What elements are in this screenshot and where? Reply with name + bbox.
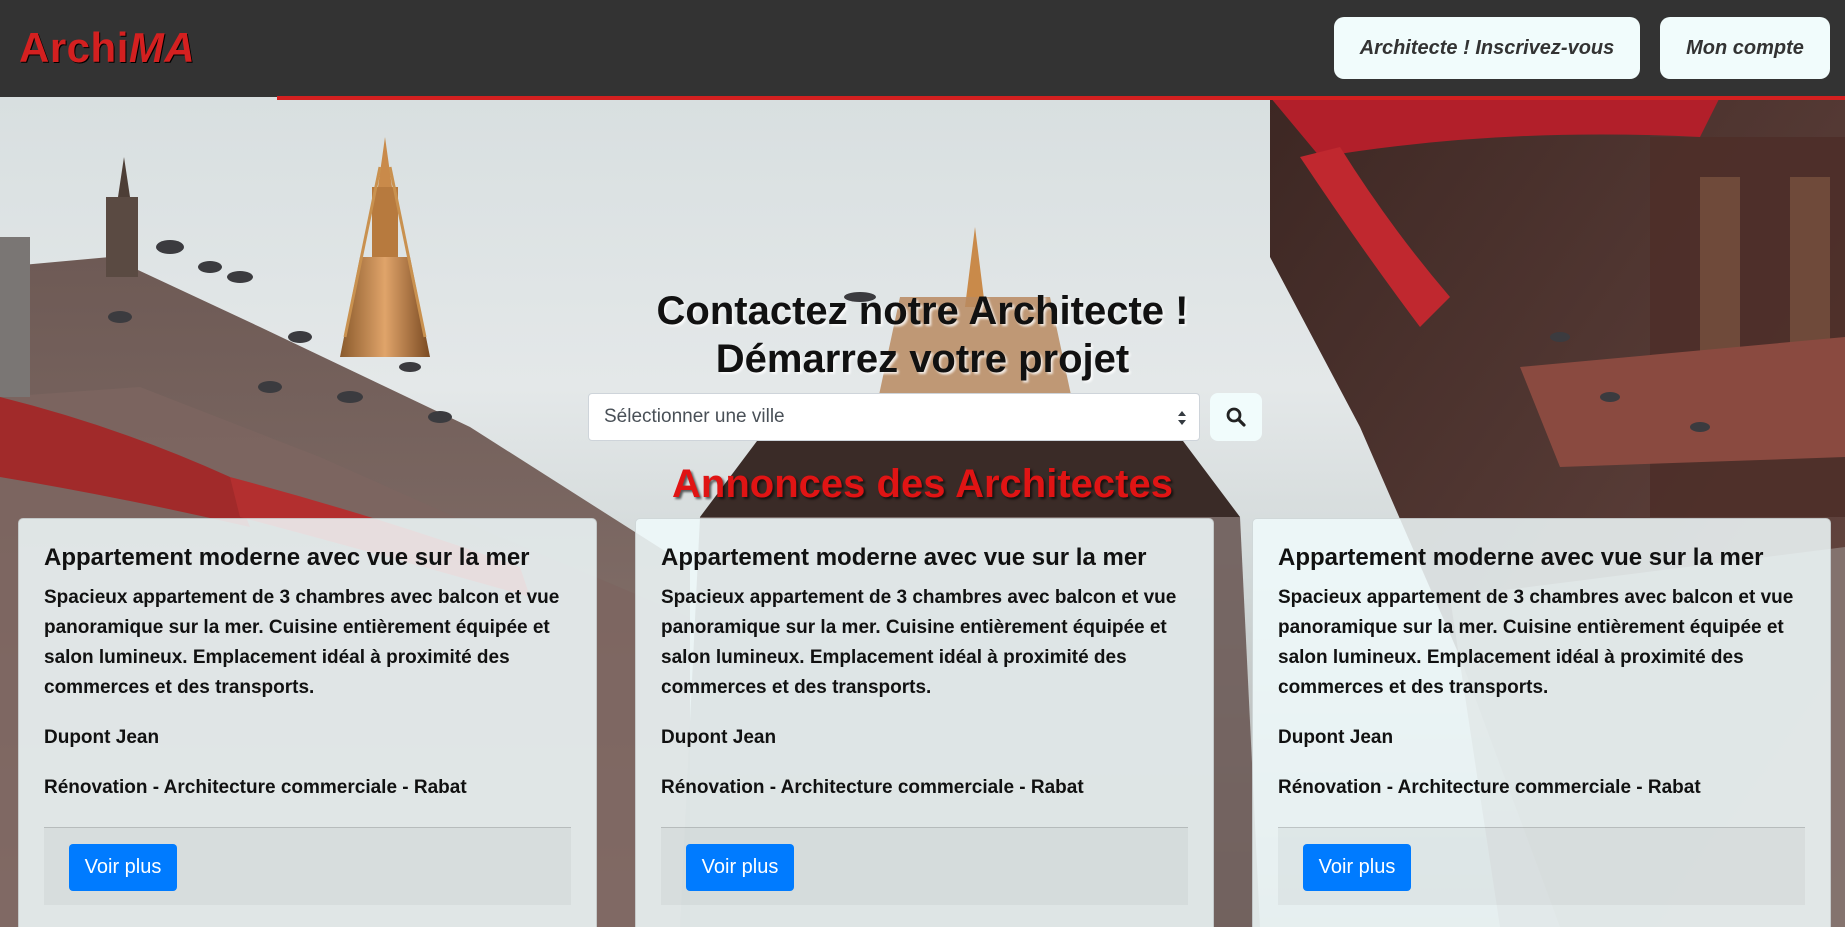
listing-description: Spacieux appartement de 3 chambres avec … <box>1278 587 1794 698</box>
listing-tags: Rénovation - Architecture commerciale - … <box>661 777 1084 798</box>
listing-title: Appartement moderne avec vue sur la mer <box>44 544 530 571</box>
listing-description: Spacieux appartement de 3 chambres avec … <box>44 587 560 698</box>
brand-logo[interactable]: ArchiMA <box>19 24 195 72</box>
listing-author: Dupont Jean <box>1278 727 1394 748</box>
city-select-value: Sélectionner une ville <box>604 406 785 427</box>
city-select[interactable]: Sélectionner une ville <box>588 393 1200 441</box>
listing-author: Dupont Jean <box>44 727 160 748</box>
listing-tags: Rénovation - Architecture commerciale - … <box>1278 777 1701 798</box>
logo-suffix: MA <box>128 24 196 71</box>
city-search-form: Sélectionner une ville <box>588 393 1262 441</box>
navbar: ArchiMA Architecte ! Inscrivez-vous Mon … <box>0 0 1845 100</box>
listing-card: Appartement moderne avec vue sur la mer … <box>635 518 1214 927</box>
hero-heading-line2: Démarrez votre projet <box>715 337 1130 381</box>
listing-title: Appartement moderne avec vue sur la mer <box>661 544 1147 571</box>
header-accent-line <box>277 96 1845 100</box>
listing-title: Appartement moderne avec vue sur la mer <box>1278 544 1764 571</box>
listing-card-footer: Voir plus <box>1278 827 1805 905</box>
listing-card-footer: Voir plus <box>661 827 1188 905</box>
listings-section-title: Annonces des Architectes <box>672 462 1173 506</box>
listing-card: Appartement moderne avec vue sur la mer … <box>18 518 597 927</box>
listing-card-footer: Voir plus <box>44 827 571 905</box>
see-more-button[interactable]: Voir plus <box>686 844 794 891</box>
listing-tags: Rénovation - Architecture commerciale - … <box>44 777 467 798</box>
architect-register-button[interactable]: Architecte ! Inscrivez-vous <box>1334 17 1640 79</box>
my-account-button[interactable]: Mon compte <box>1660 17 1830 79</box>
hero-section: Contactez notre Architecte ! Démarrez vo… <box>0 97 1845 927</box>
listing-card: Appartement moderne avec vue sur la mer … <box>1252 518 1831 927</box>
hero-heading-line1: Contactez notre Architecte ! <box>656 289 1189 333</box>
select-caret-icon <box>1178 411 1186 425</box>
listing-description: Spacieux appartement de 3 chambres avec … <box>661 587 1177 698</box>
search-button[interactable] <box>1210 393 1262 441</box>
see-more-button[interactable]: Voir plus <box>1303 844 1411 891</box>
listing-author: Dupont Jean <box>661 727 777 748</box>
see-more-button[interactable]: Voir plus <box>69 844 177 891</box>
hero-heading: Contactez notre Architecte ! Démarrez vo… <box>0 287 1845 383</box>
logo-prefix: Archi <box>19 24 129 71</box>
search-icon <box>1226 407 1246 427</box>
